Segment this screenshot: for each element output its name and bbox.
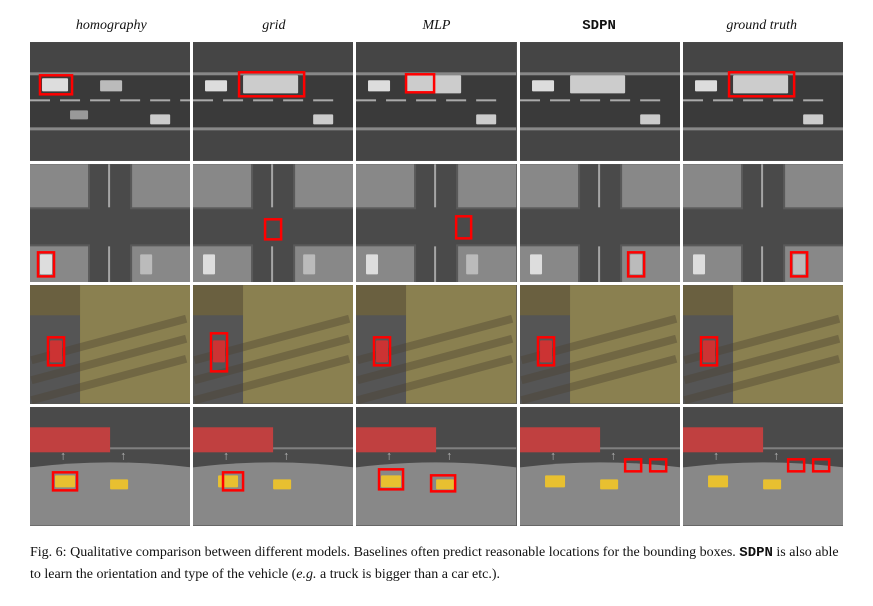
cell-r1c5 xyxy=(683,42,843,161)
caption-text3: a truck is bigger than a car etc.). xyxy=(317,567,500,582)
cell-r2c1 xyxy=(30,164,190,283)
caption-eg: e.g. xyxy=(296,567,316,582)
col-label-grid: grid xyxy=(193,18,356,34)
svg-text:↑: ↑ xyxy=(120,448,126,462)
cell-r2c3 xyxy=(356,164,516,283)
cell-r2c4 xyxy=(520,164,680,283)
col-label-homography: homography xyxy=(30,18,193,34)
column-headers: homography grid MLP SDPN ground truth xyxy=(30,18,843,34)
cell-r4c1: ↑ ↑ xyxy=(30,407,190,526)
image-comparison-grid: ↑ ↑ ↑ ↑ ↑ ↑ xyxy=(30,42,843,526)
cell-r4c3: ↑ ↑ xyxy=(356,407,516,526)
svg-text:↑: ↑ xyxy=(447,448,453,462)
cell-r2c5 xyxy=(683,164,843,283)
cell-r2c2 xyxy=(193,164,353,283)
cell-r3c3 xyxy=(356,285,516,404)
svg-text:↑: ↑ xyxy=(283,448,289,462)
cell-r4c4: ↑ ↑ xyxy=(520,407,680,526)
cell-r3c2 xyxy=(193,285,353,404)
cell-r4c2: ↑ ↑ xyxy=(193,407,353,526)
caption-text1: Qualitative comparison between different… xyxy=(67,545,740,560)
cell-r1c1 xyxy=(30,42,190,161)
caption-sdpn: SDPN xyxy=(739,545,773,561)
cell-r1c2 xyxy=(193,42,353,161)
figure-caption: Fig. 6: Qualitative comparison between d… xyxy=(30,542,843,586)
col-label-groundtruth: ground truth xyxy=(680,18,843,34)
cell-r4c5: ↑ ↑ xyxy=(683,407,843,526)
cell-r1c4 xyxy=(520,42,680,161)
svg-text:↑: ↑ xyxy=(610,448,616,462)
svg-text:↑: ↑ xyxy=(773,448,779,462)
cell-r1c3 xyxy=(356,42,516,161)
col-label-mlp: MLP xyxy=(355,18,518,34)
cell-r3c1 xyxy=(30,285,190,404)
cell-r3c4 xyxy=(520,285,680,404)
fig-number: Fig. 6: xyxy=(30,545,67,560)
cell-r3c5 xyxy=(683,285,843,404)
col-label-sdpn: SDPN xyxy=(518,18,681,34)
